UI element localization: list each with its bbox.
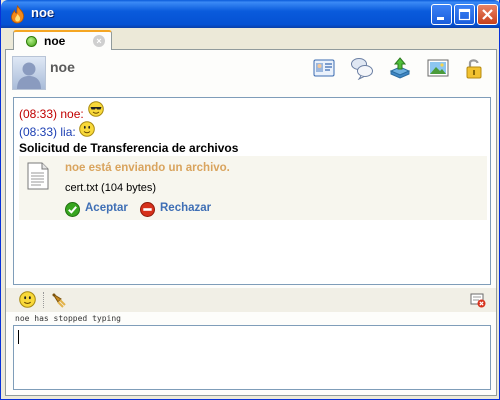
tab-strip: noe ×	[5, 28, 497, 51]
tab-label: noe	[44, 34, 66, 48]
file-transfer-request: noe está enviando un archivo. cert.txt (…	[19, 156, 487, 220]
nudge-bell-icon[interactable]	[50, 291, 67, 308]
reject-button[interactable]: Rechazar	[140, 202, 211, 217]
chat-transcript[interactable]: (08:33) noe: (08:33) lia: Solicitud de T…	[13, 97, 491, 285]
minimize-icon	[437, 17, 444, 20]
avatar	[12, 56, 46, 90]
file-name-size: cert.txt (104 bytes)	[65, 182, 157, 194]
contact-name: noe	[50, 59, 75, 75]
file-transfer-status: noe está enviando un archivo.	[65, 162, 230, 174]
chat-window: noe noe × noe (08:33) noe: (08:33) lia: …	[0, 0, 500, 400]
contact-header: noe	[6, 50, 496, 94]
message-sender: noe:	[60, 107, 84, 121]
file-transfer-title: Solicitud de Transferencia de archivos	[19, 141, 239, 155]
message-line: (08:33) lia:	[19, 125, 76, 139]
window-title: noe	[31, 5, 55, 20]
document-icon	[27, 162, 49, 190]
emoticon-picker-icon[interactable]	[19, 291, 36, 308]
typing-status: noe has stopped typing	[15, 314, 121, 323]
contact-card-icon[interactable]	[312, 56, 336, 80]
message-sender: lia:	[60, 125, 76, 139]
reject-stop-icon	[140, 202, 155, 217]
close-button[interactable]	[477, 4, 498, 25]
user-silhouette-icon	[17, 62, 41, 89]
composer-toolbar	[6, 288, 496, 312]
clear-history-icon[interactable]	[470, 293, 486, 308]
tab-noe[interactable]: noe ×	[13, 30, 112, 51]
online-status-icon	[26, 36, 37, 47]
send-file-icon[interactable]	[388, 56, 412, 80]
message-line: (08:33) noe:	[19, 107, 84, 121]
cool-smiley-icon	[88, 101, 104, 117]
maximize-icon	[458, 8, 471, 21]
tab-close-icon[interactable]: ×	[93, 35, 105, 47]
message-input[interactable]	[13, 325, 491, 390]
conversation-panel: noe (08:33) noe: (08:33) lia: Solicitud …	[5, 50, 497, 396]
close-icon	[482, 9, 493, 20]
flame-app-icon	[11, 5, 24, 24]
picture-icon[interactable]	[426, 56, 450, 80]
maximize-button[interactable]	[454, 4, 475, 25]
toolbar-divider	[43, 292, 44, 308]
accept-check-icon	[65, 202, 80, 217]
reject-label[interactable]: Rechazar	[160, 202, 211, 214]
padlock-icon[interactable]	[462, 56, 486, 80]
title-bar[interactable]: noe	[1, 0, 500, 28]
text-caret	[18, 330, 19, 344]
accept-label[interactable]: Aceptar	[85, 202, 128, 214]
message-time: (08:33)	[19, 107, 58, 121]
minimize-button[interactable]	[431, 4, 452, 25]
message-time: (08:33)	[19, 125, 58, 139]
accept-button[interactable]: Aceptar	[65, 202, 128, 217]
chat-bubbles-icon[interactable]	[350, 56, 374, 80]
smiley-icon	[79, 121, 95, 137]
